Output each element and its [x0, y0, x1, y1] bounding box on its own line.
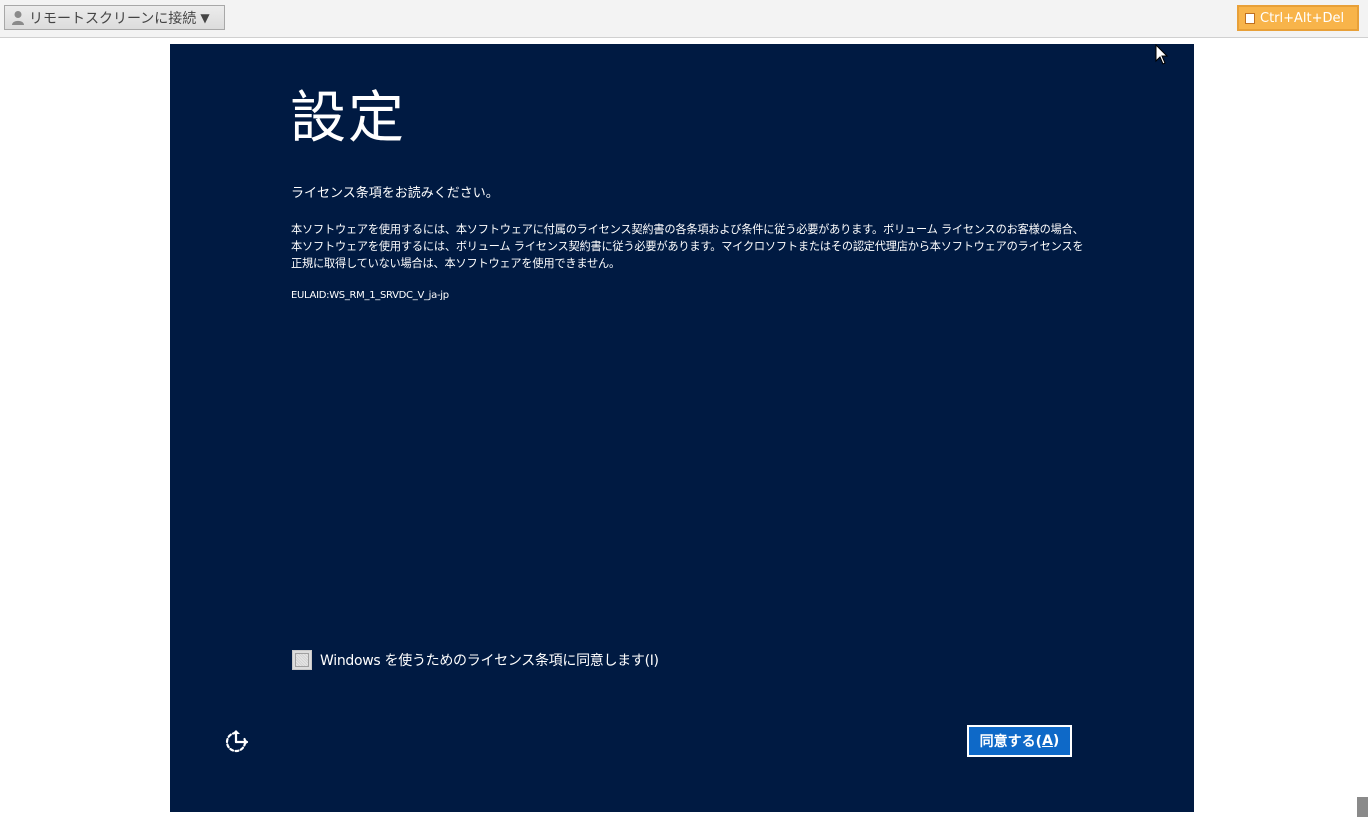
chevron-down-icon: ▼	[200, 10, 210, 25]
license-subtitle: ライセンス条項をお読みください。	[291, 186, 499, 201]
accept-button-label: 同意する(	[979, 734, 1043, 750]
agree-license-checkbox-row[interactable]: Windows を使うためのライセンス条項に同意します(I)	[292, 650, 659, 670]
agree-license-checkbox[interactable]	[292, 650, 312, 670]
accept-button[interactable]: 同意する(A)	[967, 725, 1072, 757]
accept-button-accelerator: A	[1042, 733, 1053, 749]
connect-remote-screen-button[interactable]: リモートスクリーンに接続 ▼	[4, 5, 225, 30]
scroll-corner	[1357, 797, 1368, 817]
keyboard-icon	[1245, 12, 1255, 24]
mouse-cursor-icon	[1155, 43, 1169, 66]
accept-button-label-end: )	[1052, 733, 1060, 749]
license-body-text: 本ソフトウェアを使用するには、本ソフトウェアに付属のライセンス契約書の各条項およ…	[291, 223, 1084, 270]
user-icon	[11, 10, 25, 26]
page-title: 設定	[290, 86, 406, 151]
remote-toolbar: リモートスクリーンに接続 ▼ Ctrl+Alt+Del	[0, 0, 1368, 38]
ctrl-alt-del-label: Ctrl+Alt+Del	[1260, 10, 1345, 26]
connect-button-label: リモートスクリーンに接続	[29, 10, 197, 27]
eula-id: EULAID:WS_RM_1_SRVDC_V_ja-jp	[291, 290, 449, 301]
agree-license-label[interactable]: Windows を使うためのライセンス条項に同意します(I)	[320, 650, 659, 670]
remote-screen[interactable]: 設定 ライセンス条項をお読みください。 本ソフトウェアを使用するには、本ソフトウ…	[170, 44, 1194, 812]
ease-of-access-icon[interactable]	[222, 728, 250, 756]
ctrl-alt-del-button[interactable]: Ctrl+Alt+Del	[1237, 5, 1359, 31]
